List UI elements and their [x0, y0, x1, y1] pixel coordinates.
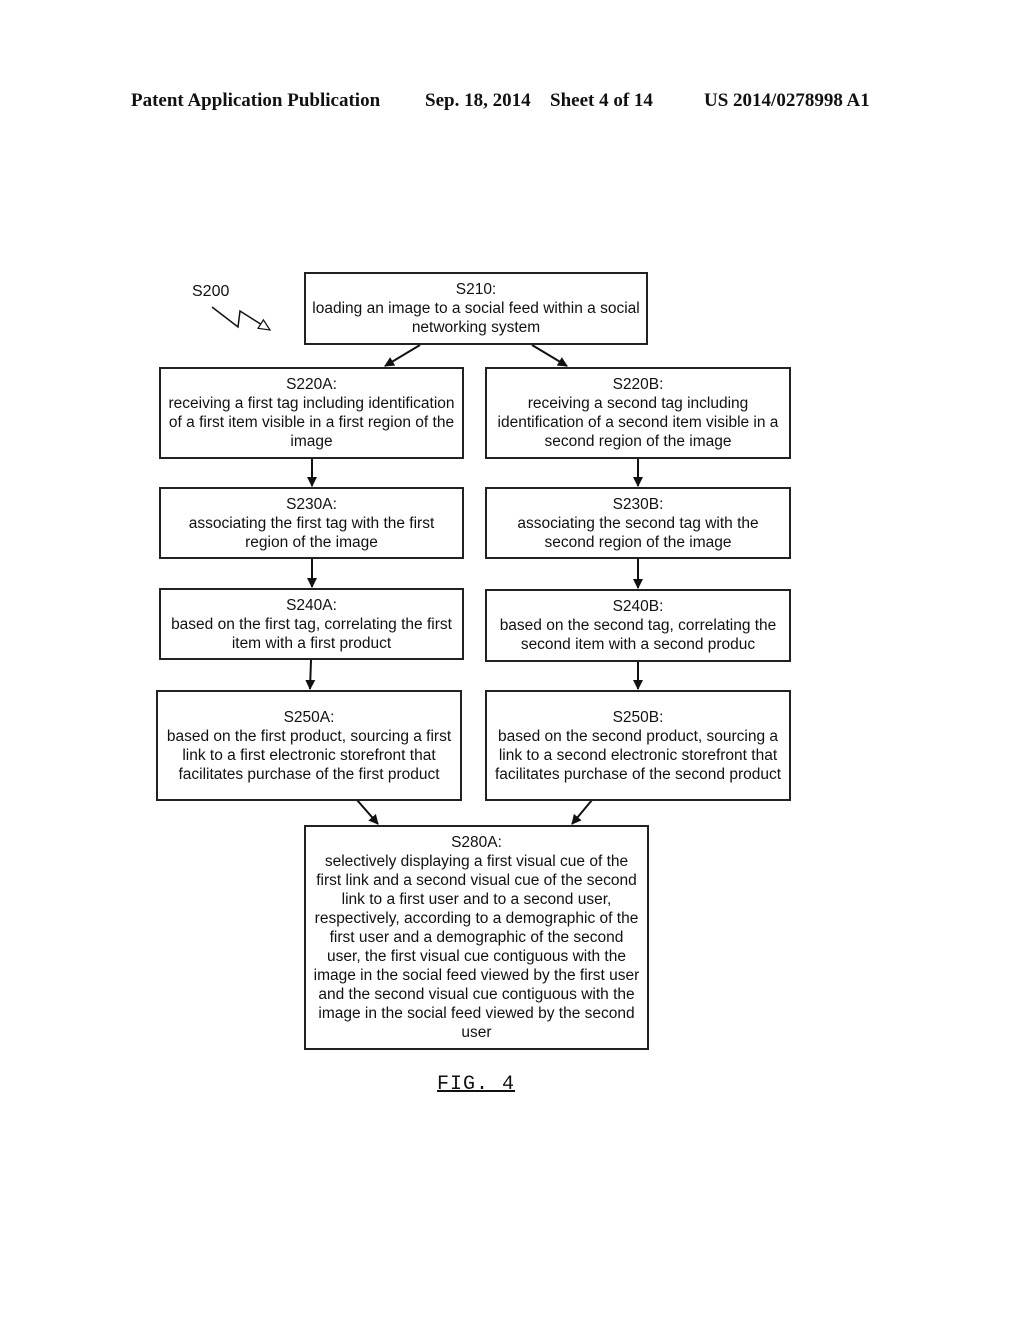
step-label: S250A: — [283, 708, 335, 726]
step-text: selectively displaying a first visual cu… — [313, 853, 640, 1041]
step-label: S210: — [455, 281, 497, 298]
step-s230b: S230B: associating the second tag with t… — [485, 487, 791, 559]
step-text: loading an image to a social feed within… — [312, 300, 640, 336]
step-label: S230A: — [286, 495, 337, 513]
step-text: associating the second tag with the seco… — [517, 514, 759, 551]
step-s250b: S250B: based on the second product, sour… — [485, 690, 791, 801]
step-label: S220A: — [286, 376, 337, 393]
step-label: S280A: — [451, 834, 502, 851]
step-s220b: S220B: receiving a second tag including … — [485, 367, 791, 459]
step-label: S250B: — [612, 708, 664, 726]
step-s220a: S220A: receiving a first tag including i… — [159, 367, 464, 459]
step-text: based on the second tag, correlating the… — [499, 617, 777, 653]
step-label: S240B: — [612, 598, 664, 615]
arrow-s250a-s280a — [356, 799, 379, 825]
figure-label: FIG. 4 — [437, 1073, 516, 1096]
step-s240a: S240A: based on the first tag, correlati… — [159, 588, 464, 660]
step-s250a: S250A: based on the first product, sourc… — [156, 690, 462, 801]
step-text: associating the first tag with the first… — [188, 514, 435, 551]
arrow-s240a-s250a — [305, 659, 316, 690]
step-label: S240A: — [286, 596, 337, 614]
arrow-s250b-s280a — [571, 799, 593, 825]
step-s210: S210: loading an image to a social feed … — [304, 272, 648, 345]
step-s280a: S280A: selectively displaying a first vi… — [304, 825, 649, 1050]
step-s240b: S240B: based on the second tag, correlat… — [485, 589, 791, 662]
step-label: S220B: — [612, 376, 664, 393]
step-label: S230B: — [612, 495, 664, 513]
step-text: based on the first tag, correlating the … — [171, 615, 452, 652]
step-text: receiving a second tag including identif… — [497, 395, 779, 450]
step-text: based on the second product, sourcing a … — [494, 727, 782, 783]
arrow-s210-s220a — [384, 344, 421, 367]
step-s230a: S230A: associating the first tag with th… — [159, 487, 464, 559]
arrow-s210-s220b — [531, 344, 568, 367]
method-label: S200 — [192, 283, 230, 300]
s200-squiggle-arrow — [211, 306, 272, 331]
step-text: based on the first product, sourcing a f… — [166, 727, 452, 783]
step-text: receiving a first tag including identifi… — [168, 395, 455, 450]
